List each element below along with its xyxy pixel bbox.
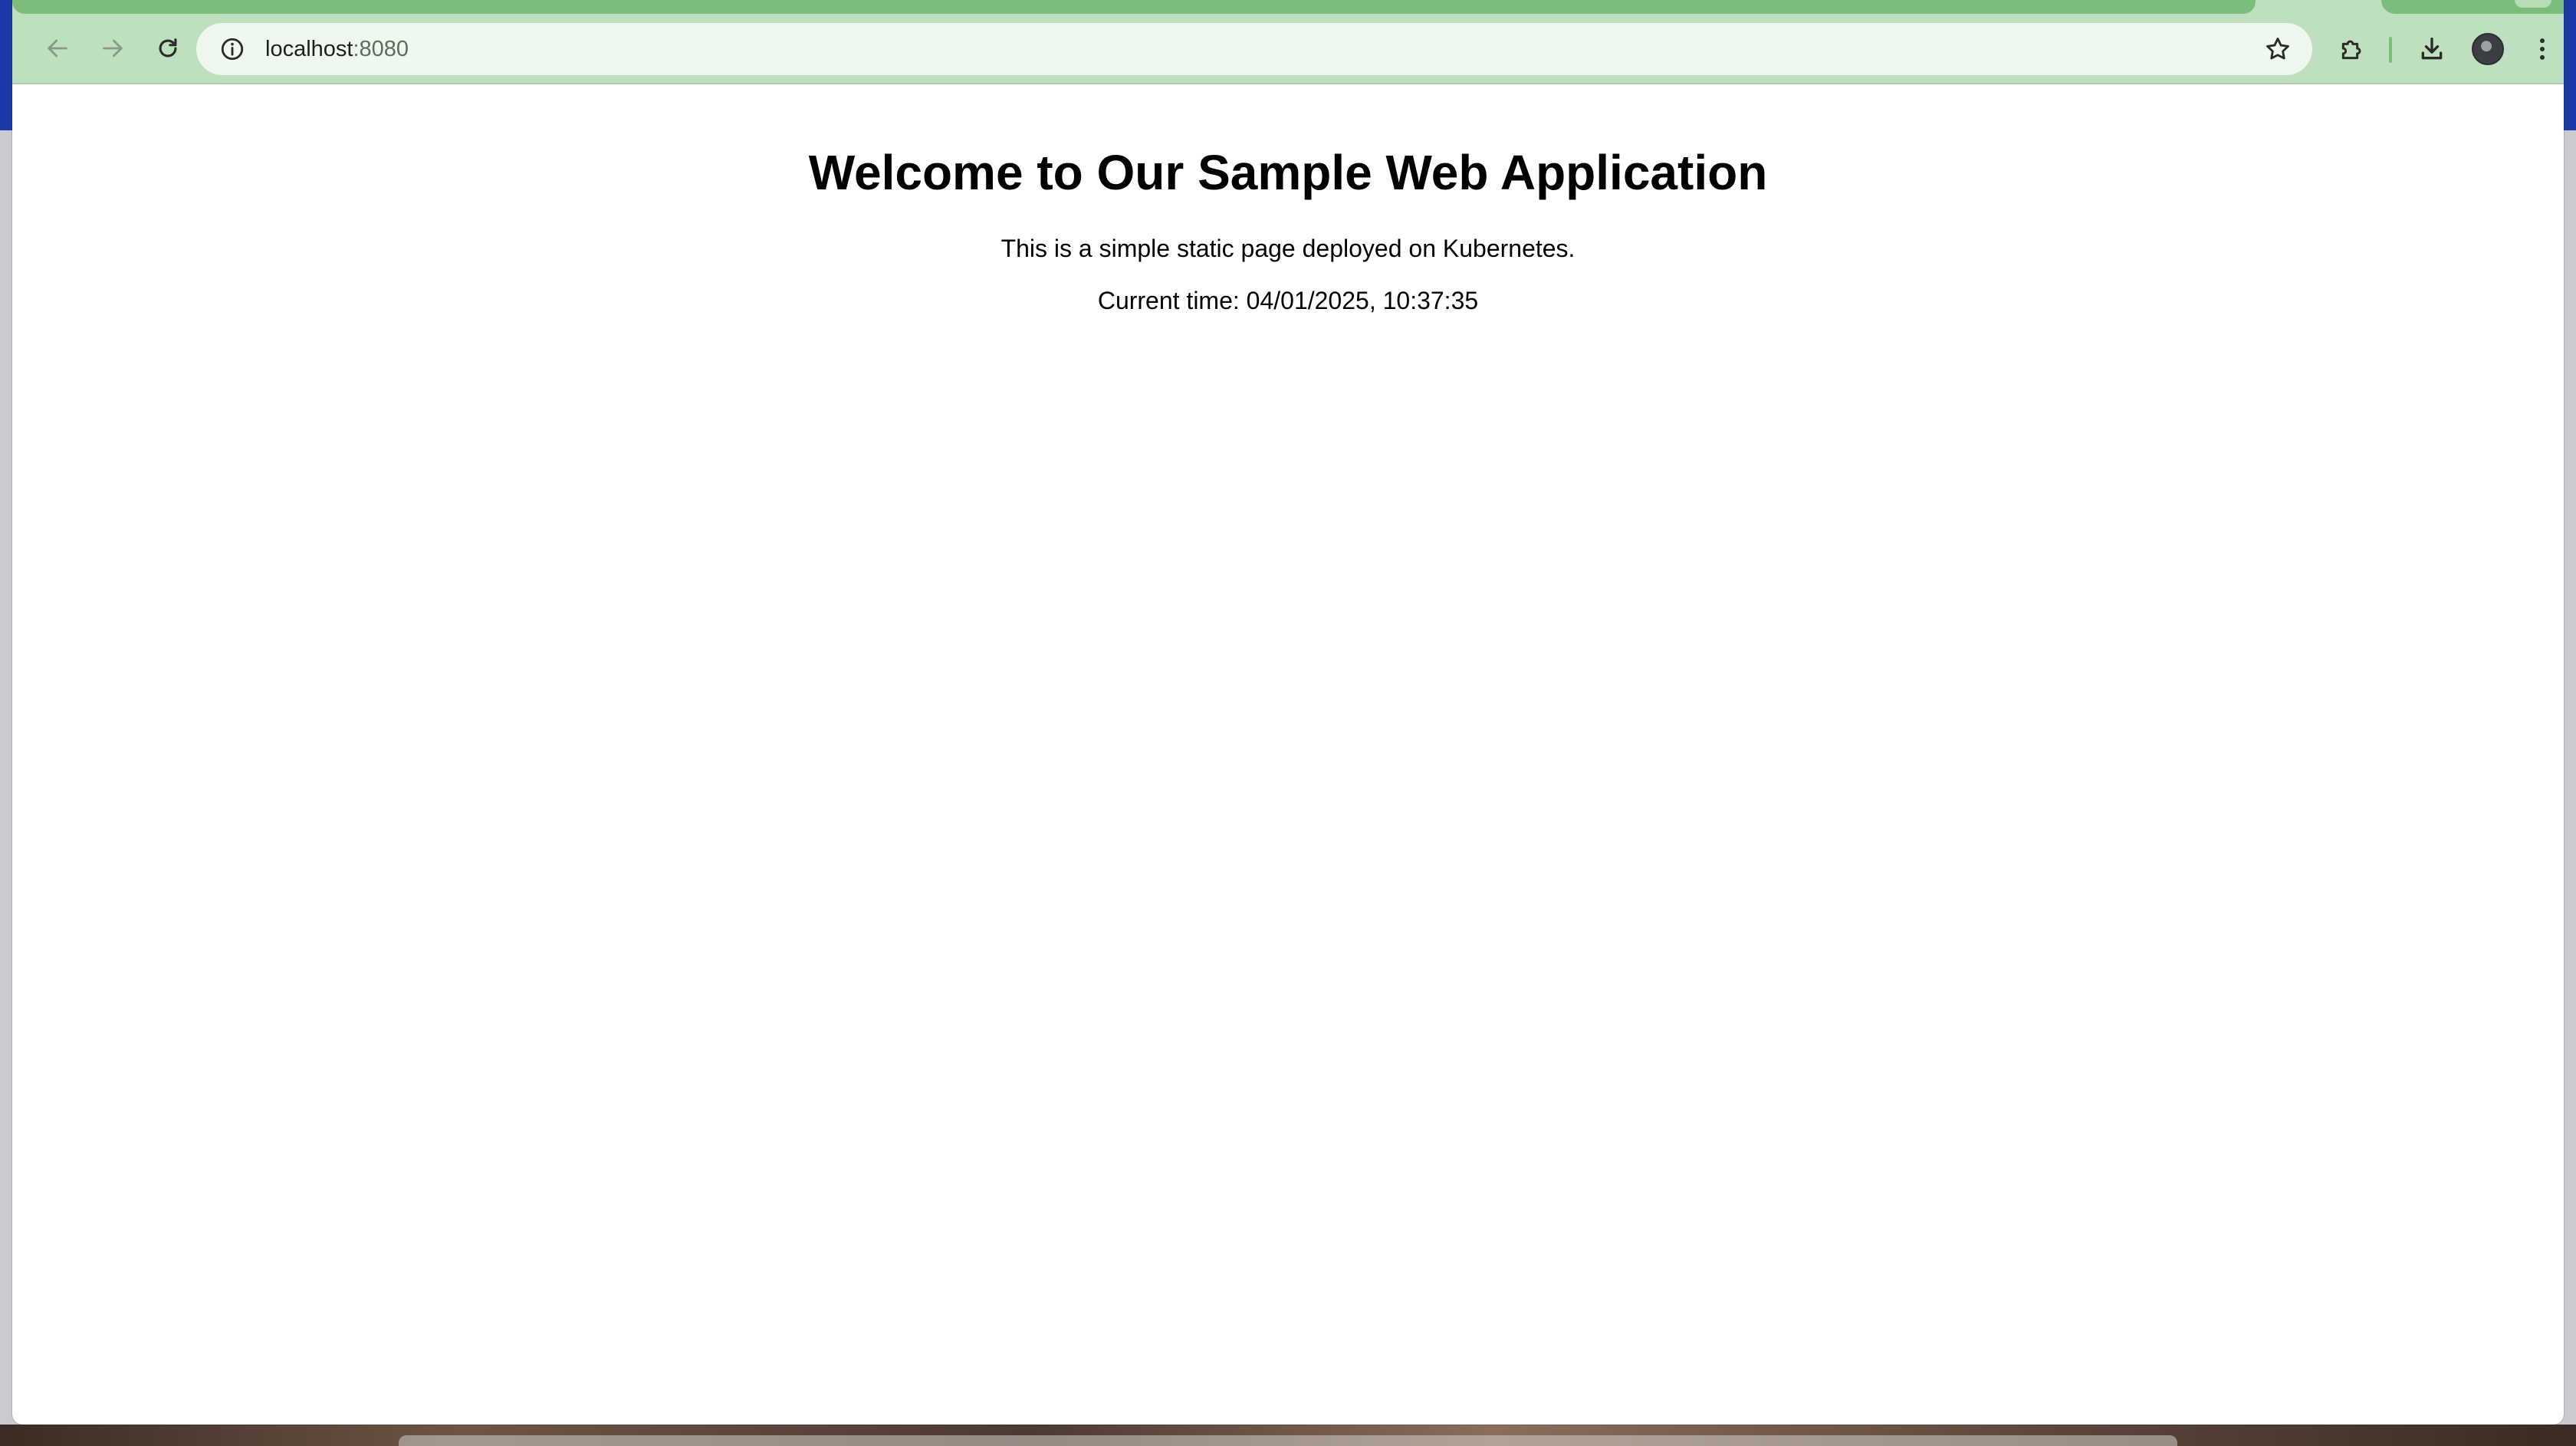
forward-arrow-icon xyxy=(103,39,123,58)
tab-strip xyxy=(12,0,2564,14)
forward-button[interactable] xyxy=(89,25,136,72)
page-title: Welcome to Our Sample Web Application xyxy=(808,145,1768,200)
desktop-edge-right xyxy=(2562,0,2576,130)
page-description: This is a simple static page deployed on… xyxy=(1001,235,1576,262)
url-port: :8080 xyxy=(353,37,409,61)
tab-search-button[interactable] xyxy=(2515,0,2551,8)
url-host: localhost xyxy=(265,37,353,61)
back-arrow-icon xyxy=(48,39,67,58)
current-time-text: Current time: 04/01/2025, 10:37:35 xyxy=(1097,287,1479,314)
browser-toolbar: localhost:8080 xyxy=(12,14,2564,84)
active-tab[interactable] xyxy=(12,0,2256,14)
download-icon[interactable] xyxy=(2417,34,2447,64)
toolbar-divider xyxy=(2389,37,2392,63)
kebab-menu-icon[interactable] xyxy=(2527,34,2558,64)
page-content: Welcome to Our Sample Web Application Th… xyxy=(12,86,2564,1425)
puzzle-icon[interactable] xyxy=(2337,34,2367,64)
reload-icon xyxy=(159,38,177,58)
browser-window: localhost:8080 Welcome to Our Sample Web… xyxy=(12,0,2564,1425)
back-button[interactable] xyxy=(34,25,81,72)
reload-button[interactable] xyxy=(144,25,192,72)
address-bar[interactable]: localhost:8080 xyxy=(196,23,2312,75)
avatar[interactable] xyxy=(2472,33,2504,65)
url-text[interactable]: localhost:8080 xyxy=(265,23,409,75)
star-icon[interactable] xyxy=(2263,35,2292,64)
info-icon[interactable] xyxy=(219,36,245,62)
dock xyxy=(399,1435,2177,1446)
